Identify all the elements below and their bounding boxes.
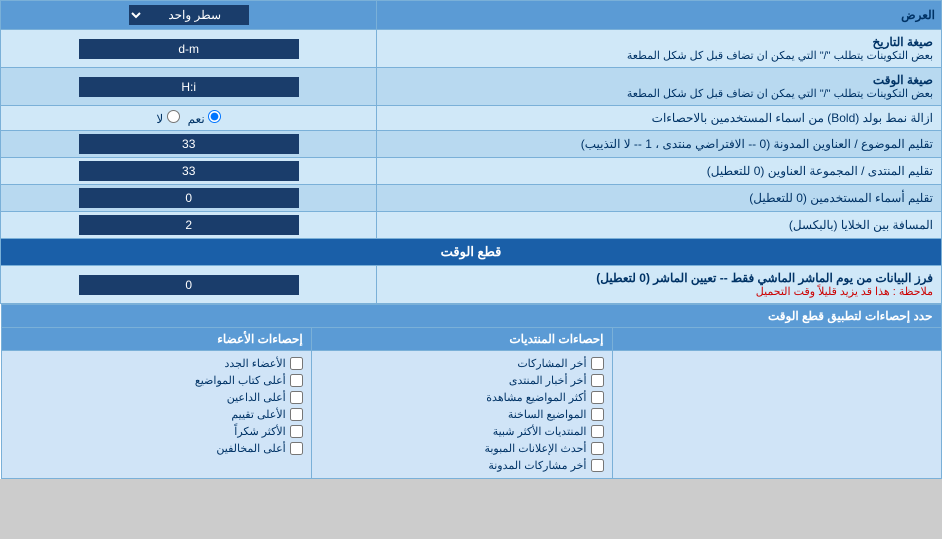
row-bold-remove: ازالة نمط بولد (Bold) من اسماء المستخدمي… <box>1 106 942 131</box>
check-item-4: المواضيع الساخنة <box>320 406 604 423</box>
trim-topic-label: تقليم الموضوع / العناوين المدونة (0 -- ا… <box>377 131 942 158</box>
row-trim-users: تقليم أسماء المستخدمين (0 للتعطيل) <box>1 185 942 212</box>
check-item-2: أخر أخبار المنتدى <box>320 372 604 389</box>
check-item-7: أخر مشاركات المدونة <box>320 457 604 474</box>
checkboxes-area: حدد إحصاءات لتطبيق قطع الوقت إحصاءات الم… <box>1 304 942 480</box>
time-format-label: صيغة الوقت بعض التكوينات يتطلب "/" التي … <box>377 68 942 106</box>
trim-users-label: تقليم أسماء المستخدمين (0 للتعطيل) <box>377 185 942 212</box>
col3-header: إحصاءات الأعضاء <box>1 328 311 351</box>
row-time-format: صيغة الوقت بعض التكوينات يتطلب "/" التي … <box>1 68 942 106</box>
display-label: العرض <box>377 1 942 30</box>
date-format-label: صيغة التاريخ بعض التكوينات يتطلب "/" الت… <box>377 30 942 68</box>
display-select[interactable]: سطر واحد سطران ثلاثة أسطر <box>129 5 249 25</box>
row-cell-spacing: المسافة بين الخلايا (بالبكسل) <box>1 212 942 239</box>
cutoff-main-label: فرز البيانات من يوم الماشر الماشي فقط --… <box>385 271 933 285</box>
row-trim-forum: تقليم المنتدى / المجموعة العناوين (0 للت… <box>1 158 942 185</box>
check-latest-ads[interactable] <box>591 442 604 455</box>
time-format-sublabel: بعض التكوينات يتطلب "/" التي يمكن ان تضا… <box>385 87 933 100</box>
row-date-format: صيغة التاريخ بعض التكوينات يتطلب "/" الت… <box>1 30 942 68</box>
check-top-violators-input[interactable] <box>290 442 303 455</box>
check-new-members-input[interactable] <box>290 357 303 370</box>
col1-checkboxes: أخر المشاركات أخر أخبار المنتدى أكثر الم… <box>311 351 612 479</box>
check-top-violators: أعلى المخالفين <box>10 440 303 457</box>
check-item-6: أحدث الإعلانات المبوبة <box>320 440 604 457</box>
check-most-viewed[interactable] <box>591 391 604 404</box>
row-display: العرض سطر واحد سطران ثلاثة أسطر <box>1 1 942 30</box>
row-checkboxes-header: حدد إحصاءات لتطبيق قطع الوقت إحصاءات الم… <box>1 304 942 480</box>
trim-forum-label: تقليم المنتدى / المجموعة العناوين (0 للت… <box>377 158 942 185</box>
trim-forum-input[interactable] <box>79 161 299 181</box>
cell-spacing-input[interactable] <box>79 215 299 235</box>
col2-checkboxes: الأعضاء الجدد أعلى كتاب المواضيع أعلى ال… <box>1 351 311 479</box>
checkboxes-title-left <box>612 351 941 479</box>
section-cutoff-header: قطع الوقت <box>1 239 942 266</box>
cutoff-input-cell <box>1 266 377 304</box>
check-last-forum-news[interactable] <box>591 374 604 387</box>
check-item-1: أخر المشاركات <box>320 355 604 372</box>
cutoff-input[interactable] <box>79 275 299 295</box>
radio-no-label: لا <box>156 110 179 126</box>
check-top-rated-input[interactable] <box>290 408 303 421</box>
check-hot-topics[interactable] <box>591 408 604 421</box>
time-format-input-cell <box>1 68 377 106</box>
radio-yes[interactable] <box>208 110 221 123</box>
cutoff-note: ملاحظة : هذا قد يزيد قليلاً وقت التحميل <box>385 285 933 298</box>
date-format-input-cell <box>1 30 377 68</box>
checkboxes-section-title: حدد إحصاءات لتطبيق قطع الوقت <box>1 305 941 328</box>
cell-spacing-label: المسافة بين الخلايا (بالبكسل) <box>377 212 942 239</box>
col2-header: إحصاءات المنتديات <box>311 328 612 351</box>
section-cutoff-title: قطع الوقت <box>1 239 942 266</box>
date-format-title: صيغة التاريخ <box>385 35 933 49</box>
check-item-3: أكثر المواضيع مشاهدة <box>320 389 604 406</box>
cutoff-label: فرز البيانات من يوم الماشر الماشي فقط --… <box>377 266 942 304</box>
check-top-topic-writers: أعلى كتاب المواضيع <box>10 372 303 389</box>
trim-users-input-cell <box>1 185 377 212</box>
bold-remove-radio-cell: نعم لا <box>1 106 377 131</box>
checkboxes-title-row: حدد إحصاءات لتطبيق قطع الوقت <box>1 305 941 328</box>
check-item-5: المنتديات الأكثر شبية <box>320 423 604 440</box>
bold-remove-radio-group: نعم لا <box>6 110 371 126</box>
row-cutoff: فرز البيانات من يوم الماشر الماشي فقط --… <box>1 266 942 304</box>
check-top-rated: الأعلى تقييم <box>10 406 303 423</box>
trim-forum-input-cell <box>1 158 377 185</box>
check-top-inviters: أعلى الداعين <box>10 389 303 406</box>
time-format-input[interactable] <box>79 77 299 97</box>
trim-users-input[interactable] <box>79 188 299 208</box>
cell-spacing-input-cell <box>1 212 377 239</box>
bold-remove-label: ازالة نمط بولد (Bold) من اسماء المستخدمي… <box>377 106 942 131</box>
check-most-thanked-input[interactable] <box>290 425 303 438</box>
radio-no[interactable] <box>167 110 180 123</box>
check-new-members: الأعضاء الجدد <box>10 355 303 372</box>
trim-topic-input[interactable] <box>79 134 299 154</box>
checkboxes-content-row: أخر المشاركات أخر أخبار المنتدى أكثر الم… <box>1 351 941 479</box>
time-format-title: صيغة الوقت <box>385 73 933 87</box>
checkboxes-headers-row: إحصاءات المنتديات إحصاءات الأعضاء <box>1 328 941 351</box>
check-last-posts[interactable] <box>591 357 604 370</box>
date-format-input[interactable] <box>79 39 299 59</box>
radio-yes-label: نعم <box>188 110 221 126</box>
check-most-thanked: الأكثر شكراً <box>10 423 303 440</box>
trim-topic-input-cell <box>1 131 377 158</box>
check-top-topic-writers-input[interactable] <box>290 374 303 387</box>
check-popular-forums[interactable] <box>591 425 604 438</box>
row-trim-topic: تقليم الموضوع / العناوين المدونة (0 -- ا… <box>1 131 942 158</box>
check-last-blog-posts[interactable] <box>591 459 604 472</box>
col1-spacer <box>612 328 941 351</box>
check-top-inviters-input[interactable] <box>290 391 303 404</box>
date-format-sublabel: بعض التكوينات يتطلب "/" التي يمكن ان تضا… <box>385 49 933 62</box>
display-select-cell: سطر واحد سطران ثلاثة أسطر <box>1 1 377 30</box>
